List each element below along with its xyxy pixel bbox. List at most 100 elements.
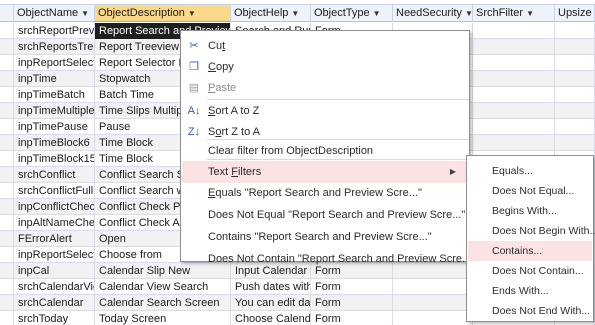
cell-srch-filter[interactable] xyxy=(473,135,555,151)
row-selector[interactable] xyxy=(0,215,14,231)
menu-item-equals-7[interactable]: Equals "Report Search and Preview Scre..… xyxy=(182,182,468,204)
column-header-objectdescription[interactable]: ObjectDescription ▼ xyxy=(95,5,231,22)
menu-item-text-6[interactable]: Text Filters ▶ xyxy=(182,161,468,183)
menu-item-paste-2[interactable]: ▤ Paste xyxy=(182,77,468,99)
row-selector[interactable] xyxy=(0,135,14,151)
row-selector[interactable] xyxy=(0,151,14,167)
submenu-item-does-not-end-with[interactable]: Does Not End With... xyxy=(468,301,592,321)
cell-need-security[interactable] xyxy=(393,279,473,295)
cell-object-name[interactable]: inpTimePause xyxy=(14,119,95,135)
row-selector[interactable] xyxy=(0,183,14,199)
row-selector[interactable] xyxy=(0,167,14,183)
cell-object-name[interactable]: inpReportSelect xyxy=(14,247,95,263)
row-selector[interactable] xyxy=(0,279,14,295)
cell-upsize[interactable] xyxy=(555,119,595,135)
cell-upsize[interactable] xyxy=(555,71,595,87)
cell-srch-filter[interactable] xyxy=(473,71,555,87)
submenu-item-does-not-begin-with[interactable]: Does Not Begin With... xyxy=(468,221,595,241)
row-selector[interactable] xyxy=(0,87,14,103)
cell-object-name[interactable]: inpCal xyxy=(14,263,95,279)
cell-object-name[interactable]: srchCalendar xyxy=(14,295,95,311)
cell-object-type[interactable]: Form xyxy=(311,295,393,311)
cell-object-name[interactable]: inpConflictChec xyxy=(14,199,95,215)
cell-object-description[interactable]: Calendar Search Screen xyxy=(95,295,231,311)
cell-srch-filter[interactable] xyxy=(473,23,555,39)
menu-item-copy-1[interactable]: ❐ Copy xyxy=(182,56,468,78)
column-header-objecttype[interactable]: ObjectType ▼ xyxy=(311,5,393,22)
column-dropdown-arrow-icon[interactable]: ▼ xyxy=(291,9,299,18)
cell-object-description[interactable]: Today Screen xyxy=(95,311,231,325)
sort-descending-icon: Z↓ xyxy=(187,126,201,138)
row-selector[interactable] xyxy=(0,23,14,39)
cell-object-name[interactable]: inpReportSelect xyxy=(14,55,95,71)
column-header-objectname[interactable]: ObjectName ▼ xyxy=(14,5,95,22)
cell-upsize[interactable] xyxy=(555,103,595,119)
cell-upsize[interactable] xyxy=(555,39,595,55)
submenu-item-equals[interactable]: Equals... xyxy=(468,161,592,181)
row-selector[interactable] xyxy=(0,247,14,263)
cell-object-name[interactable]: srchConflict xyxy=(14,167,95,183)
cell-need-security[interactable] xyxy=(393,311,473,325)
column-dropdown-arrow-icon[interactable]: ▼ xyxy=(465,9,472,18)
cell-srch-filter[interactable] xyxy=(473,103,555,119)
row-selector[interactable] xyxy=(0,39,14,55)
cell-object-type[interactable]: Form xyxy=(311,311,393,325)
cell-object-help[interactable]: Choose Calenda xyxy=(231,311,311,325)
row-selector[interactable] xyxy=(0,263,14,279)
menu-item-clear-5[interactable]: Clear filter from ObjectDescription xyxy=(182,140,468,162)
submenu-item-does-not-contain[interactable]: Does Not Contain... xyxy=(468,261,592,281)
cell-object-type[interactable]: Form xyxy=(311,279,393,295)
column-header-srchfilter[interactable]: SrchFilter ▼ xyxy=(473,5,555,22)
cell-object-description[interactable]: Calendar View Search xyxy=(95,279,231,295)
row-selector[interactable] xyxy=(0,311,14,325)
column-dropdown-arrow-icon[interactable]: ▼ xyxy=(188,9,196,18)
row-selector[interactable] xyxy=(0,199,14,215)
cell-object-name[interactable]: inpTimeBlock15 xyxy=(14,151,95,167)
cell-object-name[interactable]: inpTime xyxy=(14,71,95,87)
cell-srch-filter[interactable] xyxy=(473,55,555,71)
cell-object-name[interactable]: inpAltNameChe xyxy=(14,215,95,231)
submenu-item-does-not-equal[interactable]: Does Not Equal... xyxy=(468,181,592,201)
column-dropdown-arrow-icon[interactable]: ▼ xyxy=(526,9,534,18)
column-header-upsize[interactable]: Upsize xyxy=(555,5,595,22)
menu-item-does-8[interactable]: Does Not Equal "Report Search and Previe… xyxy=(182,204,468,226)
menu-item-sort-3[interactable]: A↓ Sort A to Z xyxy=(182,100,468,122)
cell-object-help[interactable]: You can edit dat xyxy=(231,295,311,311)
row-selector[interactable] xyxy=(0,119,14,135)
row-selector[interactable] xyxy=(0,103,14,119)
menu-item-contains-9[interactable]: Contains "Report Search and Preview Scre… xyxy=(182,226,468,248)
cell-object-name[interactable]: srchCalendarVie xyxy=(14,279,95,295)
cell-upsize[interactable] xyxy=(555,23,595,39)
cell-object-name[interactable]: srchConflictFull xyxy=(14,183,95,199)
column-header-needsecurity[interactable]: NeedSecurity ▼ xyxy=(393,5,473,22)
cell-upsize[interactable] xyxy=(555,87,595,103)
submenu-item-contains[interactable]: Contains... xyxy=(468,241,592,261)
column-dropdown-arrow-icon[interactable]: ▼ xyxy=(81,9,89,18)
cell-upsize[interactable] xyxy=(555,135,595,151)
menu-item-does-10[interactable]: Does Not Contain "Report Search and Prev… xyxy=(182,248,475,270)
cell-object-name[interactable]: inpTimeBatch xyxy=(14,87,95,103)
submenu-item-begins-with[interactable]: Begins With... xyxy=(468,201,592,221)
row-selector[interactable] xyxy=(0,71,14,87)
cell-object-name[interactable]: inpTimeMultiple xyxy=(14,103,95,119)
cell-object-name[interactable]: srchReportsTree xyxy=(14,39,95,55)
row-selector[interactable] xyxy=(0,231,14,247)
column-header-label: ObjectName xyxy=(17,7,79,19)
cell-object-name[interactable]: srchToday xyxy=(14,311,95,325)
cell-object-name[interactable]: FErrorAlert xyxy=(14,231,95,247)
row-selector-header[interactable] xyxy=(0,5,14,22)
menu-item-cut-0[interactable]: ✂ Cut xyxy=(182,35,468,57)
cell-srch-filter[interactable] xyxy=(473,39,555,55)
cell-object-name[interactable]: inpTimeBlock6 xyxy=(14,135,95,151)
submenu-item-ends-with[interactable]: Ends With... xyxy=(468,281,592,301)
cell-object-help[interactable]: Push dates with xyxy=(231,279,311,295)
row-selector[interactable] xyxy=(0,55,14,71)
cell-srch-filter[interactable] xyxy=(473,87,555,103)
column-dropdown-arrow-icon[interactable]: ▼ xyxy=(373,9,381,18)
row-selector[interactable] xyxy=(0,295,14,311)
cell-object-name[interactable]: srchReportPrevi xyxy=(14,23,95,39)
cell-need-security[interactable] xyxy=(393,295,473,311)
cell-upsize[interactable] xyxy=(555,55,595,71)
column-header-objecthelp[interactable]: ObjectHelp ▼ xyxy=(231,5,311,22)
cell-srch-filter[interactable] xyxy=(473,119,555,135)
